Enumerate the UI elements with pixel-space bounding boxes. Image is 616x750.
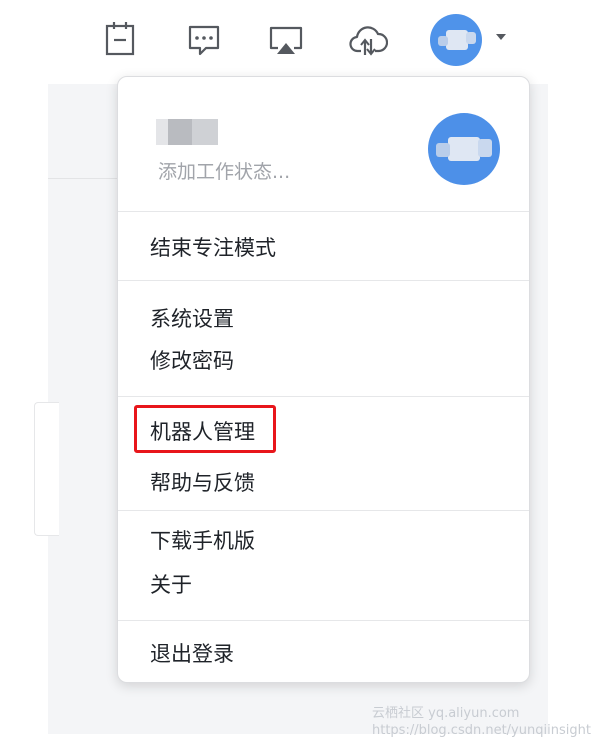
calendar-icon[interactable]: [100, 20, 140, 60]
menu-section-settings: 系统设置 修改密码: [118, 281, 529, 397]
menu-section-focus: 结束专注模式: [118, 211, 529, 281]
account-dropdown-menu: 添加工作状态... 结束专注模式 系统设置 修改密码 机器人管理 帮助与反馈 下…: [117, 76, 530, 683]
chat-icon[interactable]: [184, 20, 224, 60]
menu-section-about: 下载手机版 关于: [118, 511, 529, 621]
menu-item-download-mobile[interactable]: 下载手机版: [150, 526, 255, 556]
user-name-blurred: [156, 119, 218, 145]
menu-item-system-settings[interactable]: 系统设置: [150, 304, 234, 334]
menu-item-change-password[interactable]: 修改密码: [150, 346, 234, 376]
watermark-line-2: https://blog.csdn.net/yunqiinsight: [372, 723, 591, 738]
background-divider: [48, 178, 128, 179]
cloud-sync-icon[interactable]: [348, 20, 388, 60]
menu-section-logout: 退出登录: [118, 621, 529, 682]
screen-share-icon[interactable]: [266, 20, 306, 60]
user-avatar[interactable]: [430, 14, 482, 66]
background-card: [34, 402, 59, 536]
menu-item-help-feedback[interactable]: 帮助与反馈: [150, 468, 255, 498]
watermark: 云栖社区 yq.aliyun.com https://blog.csdn.net…: [372, 705, 591, 739]
avatar-dropdown-caret-icon[interactable]: [496, 34, 506, 40]
menu-item-about[interactable]: 关于: [150, 570, 192, 600]
profile-avatar[interactable]: [428, 113, 500, 185]
menu-item-end-focus-mode[interactable]: 结束专注模式: [150, 233, 276, 263]
work-status-placeholder[interactable]: 添加工作状态...: [158, 157, 290, 184]
profile-section: 添加工作状态...: [118, 77, 529, 212]
highlight-box: [134, 405, 276, 453]
menu-item-logout[interactable]: 退出登录: [150, 639, 234, 669]
watermark-line-1: 云栖社区 yq.aliyun.com: [372, 706, 520, 721]
